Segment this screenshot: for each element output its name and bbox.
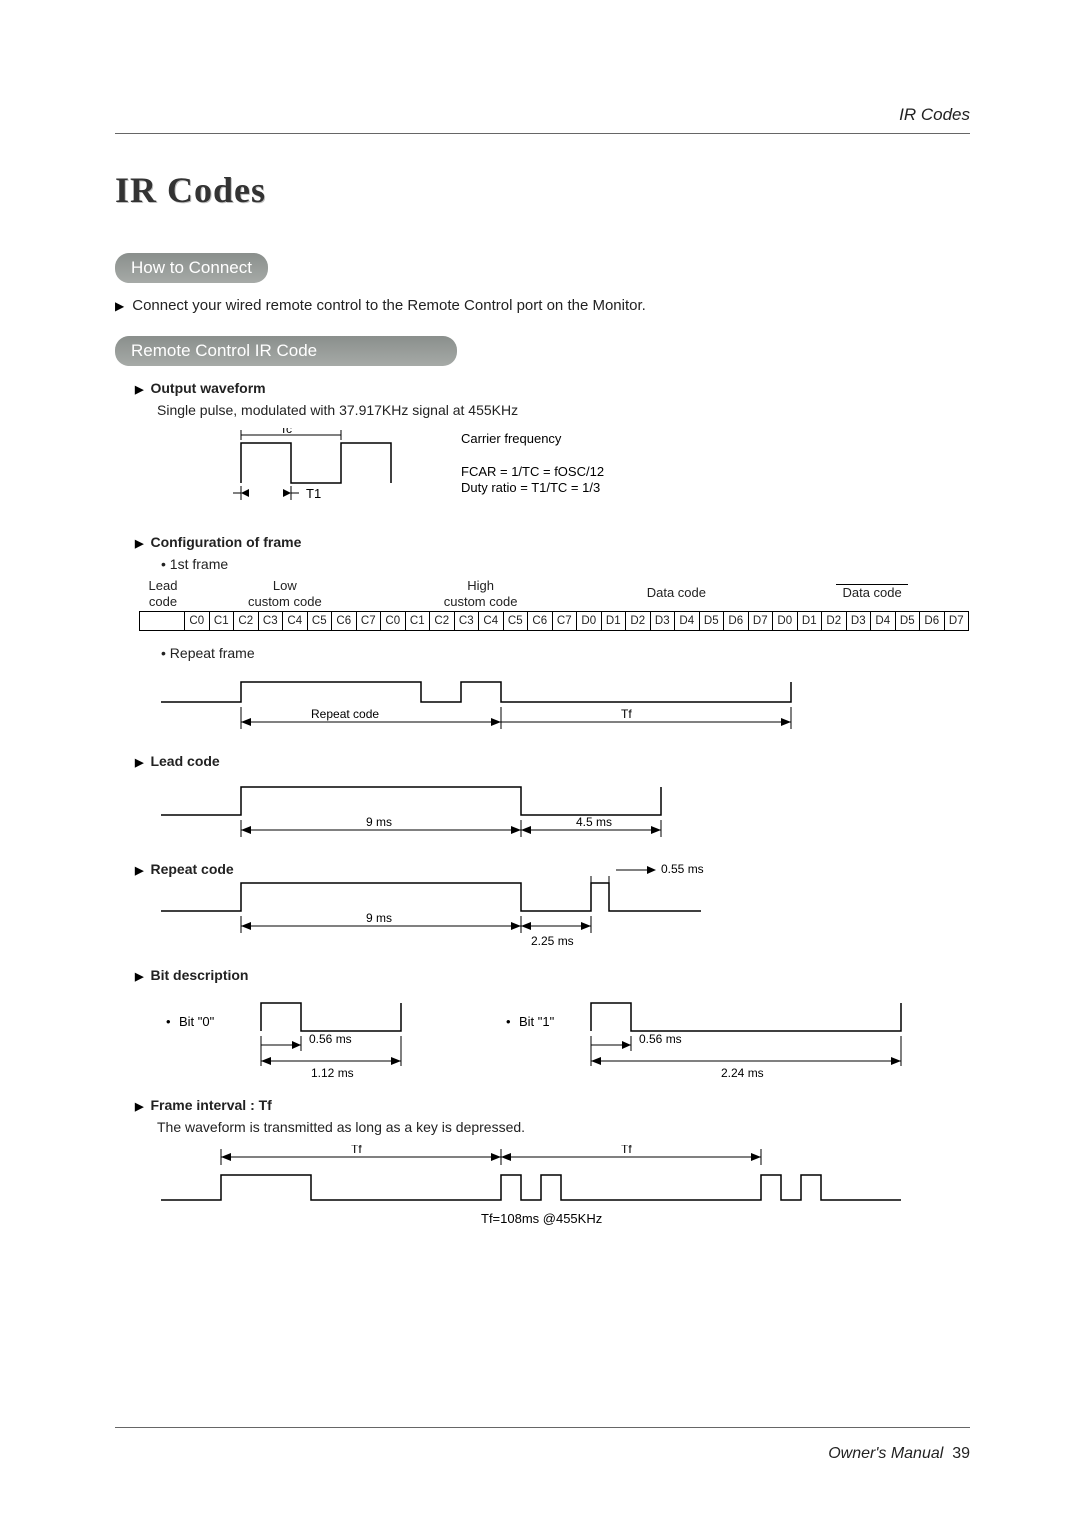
svg-text:1.12 ms: 1.12 ms	[311, 1066, 354, 1080]
rule-bottom	[115, 1427, 970, 1428]
svg-text:2.25 ms: 2.25 ms	[531, 934, 574, 948]
svg-text:Bit "0": Bit "0"	[179, 1014, 215, 1029]
svg-text:Repeat code: Repeat code	[311, 707, 379, 721]
svg-text:•: •	[166, 1014, 171, 1029]
col-lead: Lead code	[139, 578, 187, 609]
repeat-frame-label: Repeat frame	[161, 645, 970, 661]
col-data1: Data code	[578, 578, 774, 609]
page-title: IR Codes	[115, 169, 970, 211]
svg-text:•: •	[506, 1014, 511, 1029]
first-frame-label: 1st frame	[161, 556, 970, 572]
frame-interval-text: The waveform is transmitted as long as a…	[157, 1119, 970, 1135]
lead-diagram: 9 ms 4.5 ms	[161, 775, 970, 845]
repeat-diagram: 0.55 ms 9 ms 2.25 ms	[161, 861, 970, 951]
svg-text:FCAR = 1/TC = fOSC/12: FCAR = 1/TC = fOSC/12	[461, 464, 604, 479]
svg-text:Duty ratio = T1/TC = 1/3: Duty ratio = T1/TC = 1/3	[461, 480, 600, 495]
svg-text:Carrier frequency: Carrier frequency	[461, 431, 562, 446]
output-text: Single pulse, modulated with 37.917KHz s…	[157, 402, 970, 418]
svg-text:0.56 ms: 0.56 ms	[309, 1032, 352, 1046]
svg-text:Tf: Tf	[621, 1145, 632, 1156]
header-right: IR Codes	[115, 105, 970, 125]
howto-text: Connect your wired remote control to the…	[115, 297, 970, 314]
output-heading: Output waveform	[135, 380, 970, 396]
svg-text:T1: T1	[306, 486, 321, 501]
bit-heading: Bit description	[135, 967, 970, 983]
svg-text:2.24 ms: 2.24 ms	[721, 1066, 764, 1080]
ircode-heading: Remote Control IR Code	[115, 336, 457, 366]
svg-text:Bit "1": Bit "1"	[519, 1014, 555, 1029]
svg-text:Tc: Tc	[280, 428, 292, 436]
config-heading: Configuration of frame	[135, 534, 970, 550]
frame-table: Lead code Low custom code High custom co…	[139, 578, 970, 631]
frame-interval-diagram: Tf Tf Tf=108ms @455KHz	[161, 1145, 970, 1235]
svg-text:0.56 ms: 0.56 ms	[639, 1032, 682, 1046]
svg-text:4.5 ms: 4.5 ms	[576, 815, 612, 829]
col-low: Low custom code	[187, 578, 383, 609]
svg-text:9 ms: 9 ms	[366, 815, 392, 829]
rule-top	[115, 133, 970, 134]
frame-interval-heading: Frame interval : Tf	[135, 1097, 970, 1113]
howto-heading: How to Connect	[115, 253, 268, 283]
svg-text:0.55 ms: 0.55 ms	[661, 862, 704, 876]
svg-text:Tf=108ms @455KHz: Tf=108ms @455KHz	[481, 1211, 602, 1226]
footer: Owner's Manual 39	[828, 1445, 970, 1463]
output-diagram: Tc T1 Carrier frequency FCAR = 1/TC = fO…	[161, 428, 970, 518]
repeat-frame-diagram: Repeat code Tf	[161, 667, 970, 737]
svg-text:Tf: Tf	[351, 1145, 362, 1156]
bit-diagram: • Bit "0" 0.56 ms 1.12 ms • Bit "1"	[161, 991, 970, 1081]
lead-heading: Lead code	[135, 753, 970, 769]
col-data2: Data code	[774, 578, 970, 609]
svg-text:Tf: Tf	[621, 707, 632, 721]
svg-text:9 ms: 9 ms	[366, 911, 392, 925]
col-high: High custom code	[383, 578, 579, 609]
